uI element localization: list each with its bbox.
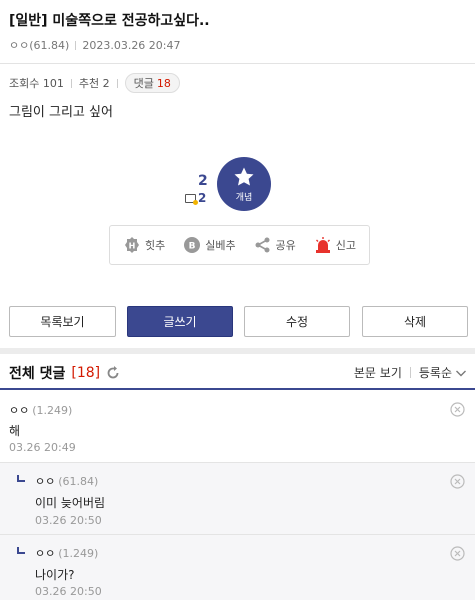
recommend-count: 추천 2 [78,77,110,90]
comment-date: 03.26 20:50 [35,585,102,598]
fixed-recommend-count: 2 [198,191,207,205]
delete-comment-icon[interactable] [450,474,465,489]
report-button[interactable]: 신고 [314,236,356,254]
comment-ip: (61.84) [58,475,99,488]
hit-recommend-button[interactable]: H 힛추 [123,236,165,254]
view-body-link[interactable]: 본문 보기 [354,364,402,381]
reply-arrow-icon [17,547,25,554]
delete-comment-icon[interactable] [450,402,465,417]
list-button[interactable]: 목록보기 [9,306,116,337]
comment-count-badge[interactable]: 댓글 18 [124,73,180,93]
action-bar: H 힛추 B 실베추 공유 신고 [109,225,370,265]
comment-nick: ㅇㅇ [9,404,30,417]
stats-divider [116,78,118,88]
sort-select[interactable]: 등록순 [419,364,452,381]
comments-title: 전체 댓글 [18] [9,363,120,383]
best-icon: B [183,236,201,254]
comment-nick: ㅇㅇ [35,475,56,488]
comments-header: 전체 댓글 [18] 본문 보기 등록순 [0,354,475,390]
reply-item: ㅇㅇ (61.84) 이미 늦어버림 03.26 20:50 [0,462,475,534]
comment-item: ㅇㅇ (1.249) 해 03.26 20:49 [0,392,475,462]
comment-author[interactable]: ㅇㅇ (1.249) [35,545,98,561]
stats-divider [70,78,72,88]
share-label: 공유 [275,239,296,252]
svg-text:H: H [129,242,136,251]
share-button[interactable]: 공유 [254,236,296,254]
comment-text: 해 [9,424,21,438]
recommend-total: 2 [198,173,208,189]
report-label: 신고 [335,239,357,252]
comment-text: 이미 늦어버림 [35,496,106,510]
post-header: [일반] 미술쪽으로 전공하고싶다.. ㅇㅇ(61.84) 2023.03.26 … [0,0,475,64]
edit-button[interactable]: 수정 [244,306,350,337]
tools-divider [409,367,411,378]
chevron-down-icon[interactable] [455,367,467,379]
post-datetime: 2023.03.26 20:47 [82,39,181,52]
comment-date: 03.26 20:50 [35,514,102,527]
comment-ip: (1.249) [32,404,73,417]
comment-date: 03.26 20:49 [9,441,76,454]
hit-label: 힛추 [144,239,166,252]
comment-label: 댓글 [133,77,154,90]
write-button[interactable]: 글쓰기 [127,306,233,337]
svg-text:B: B [189,242,196,252]
comment-ip: (1.249) [58,547,99,560]
recommend-button[interactable]: 개념 [217,157,271,211]
post-stats: 조회수 101 추천 2 댓글 18 [9,73,180,93]
recommend-box: 2 2 개념 [182,157,272,213]
comment-author[interactable]: ㅇㅇ (61.84) [35,473,98,489]
meta-divider [75,41,77,50]
post-title: [일반] 미술쪽으로 전공하고싶다.. [9,13,210,29]
reply-item: ㅇㅇ (1.249) 나이가? 03.26 20:50 [0,534,475,600]
post-buttons: 목록보기 글쓰기 수정 삭제 [9,306,468,338]
best-recommend-button[interactable]: B 실베추 [183,236,236,254]
siren-icon [314,236,332,254]
comment-author[interactable]: ㅇㅇ (1.249) [9,402,72,418]
sort-label: 등록순 [418,366,452,380]
comment-count: 18 [156,76,171,90]
fixed-user-icon [185,193,198,205]
view-count: 조회수 101 [9,77,64,90]
comments-count: [18] [71,365,101,381]
reply-arrow-icon [17,475,25,482]
post-body: 그림이 그리고 싶어 [9,105,113,120]
star-icon [234,167,254,186]
comment-tools: 본문 보기 등록순 [354,364,467,381]
recommend-button-label: 개념 [235,193,253,203]
refresh-icon[interactable] [106,366,120,380]
hit-icon: H [123,236,141,254]
delete-comment-icon[interactable] [450,546,465,561]
comments-title-text: 전체 댓글 [9,366,66,382]
post-meta: ㅇㅇ(61.84) 2023.03.26 20:47 [9,37,181,53]
comment-nick: ㅇㅇ [35,547,56,560]
best-label: 실베추 [205,239,236,252]
author-name[interactable]: ㅇㅇ(61.84) [9,39,69,52]
fixed-recommend: 2 [185,191,206,205]
comment-text: 나이가? [35,568,75,582]
delete-button[interactable]: 삭제 [362,306,468,337]
share-icon [254,236,272,254]
